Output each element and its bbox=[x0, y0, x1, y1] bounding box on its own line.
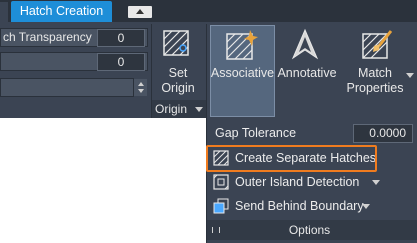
outer-island-detection-row[interactable]: Outer Island Detection bbox=[207, 171, 417, 193]
origin-panel-title-bar[interactable]: Origin bbox=[152, 100, 207, 118]
island-detection-icon bbox=[213, 174, 229, 190]
gap-tolerance-label: Gap Tolerance bbox=[215, 126, 297, 140]
associative-label: Associative bbox=[210, 66, 275, 80]
match-properties-label-1: Match bbox=[357, 66, 393, 80]
tab-hatch-creation[interactable]: Hatch Creation bbox=[11, 1, 112, 22]
outer-island-detection-label: Outer Island Detection bbox=[235, 175, 360, 189]
panel-separator bbox=[206, 24, 207, 118]
triangle-up-icon bbox=[136, 9, 144, 14]
transparency-input[interactable]: 0 bbox=[97, 29, 145, 47]
highlight-box bbox=[206, 145, 377, 172]
send-behind-boundary-label: Send Behind Boundary bbox=[235, 199, 364, 213]
match-properties-dropdown-icon[interactable] bbox=[406, 73, 414, 78]
hatch-icon bbox=[226, 30, 258, 60]
annotative-label: Annotative bbox=[277, 66, 337, 80]
set-origin-label-1: Set bbox=[168, 66, 188, 80]
chevron-down-icon bbox=[195, 107, 203, 112]
options-expanded-panel: Gap Tolerance 0.0000 Create Separate Hat… bbox=[206, 118, 417, 243]
gap-tolerance-row: Gap Tolerance 0.0000 bbox=[207, 122, 417, 144]
tab-overflow-dropdown[interactable] bbox=[128, 6, 152, 18]
spin-up-icon bbox=[138, 82, 144, 86]
associative-icon-wrap bbox=[226, 29, 258, 61]
set-origin-button[interactable] bbox=[163, 30, 191, 58]
transparency-label: ch Transparency bbox=[3, 30, 92, 44]
options-panel-title: Options bbox=[288, 223, 331, 237]
hatch-icon bbox=[163, 30, 189, 56]
match-properties-label-2: Properties bbox=[346, 81, 404, 95]
tab-left-stub[interactable] bbox=[0, 2, 8, 22]
annotative-button[interactable] bbox=[290, 28, 320, 62]
send-behind-icon bbox=[213, 198, 229, 214]
scale-row[interactable] bbox=[0, 78, 134, 97]
set-origin-label-2: Origin bbox=[161, 81, 195, 95]
options-panel-title-bar[interactable]: Options bbox=[207, 220, 417, 240]
spin-down-icon bbox=[138, 89, 144, 93]
angle-input[interactable]: 0 bbox=[97, 53, 145, 71]
origin-panel-title: Origin bbox=[155, 102, 188, 116]
match-properties-icon bbox=[362, 30, 393, 59]
scale-spinner[interactable] bbox=[133, 79, 147, 96]
send-behind-boundary-row[interactable]: Send Behind Boundary bbox=[207, 195, 417, 217]
annotative-icon bbox=[291, 28, 319, 60]
gap-tolerance-input[interactable]: 0.0000 bbox=[353, 124, 413, 143]
match-properties-button[interactable] bbox=[360, 28, 394, 62]
chevron-down-icon[interactable] bbox=[362, 204, 370, 209]
chevron-down-icon[interactable] bbox=[372, 180, 380, 185]
star-burst-icon bbox=[244, 30, 258, 46]
